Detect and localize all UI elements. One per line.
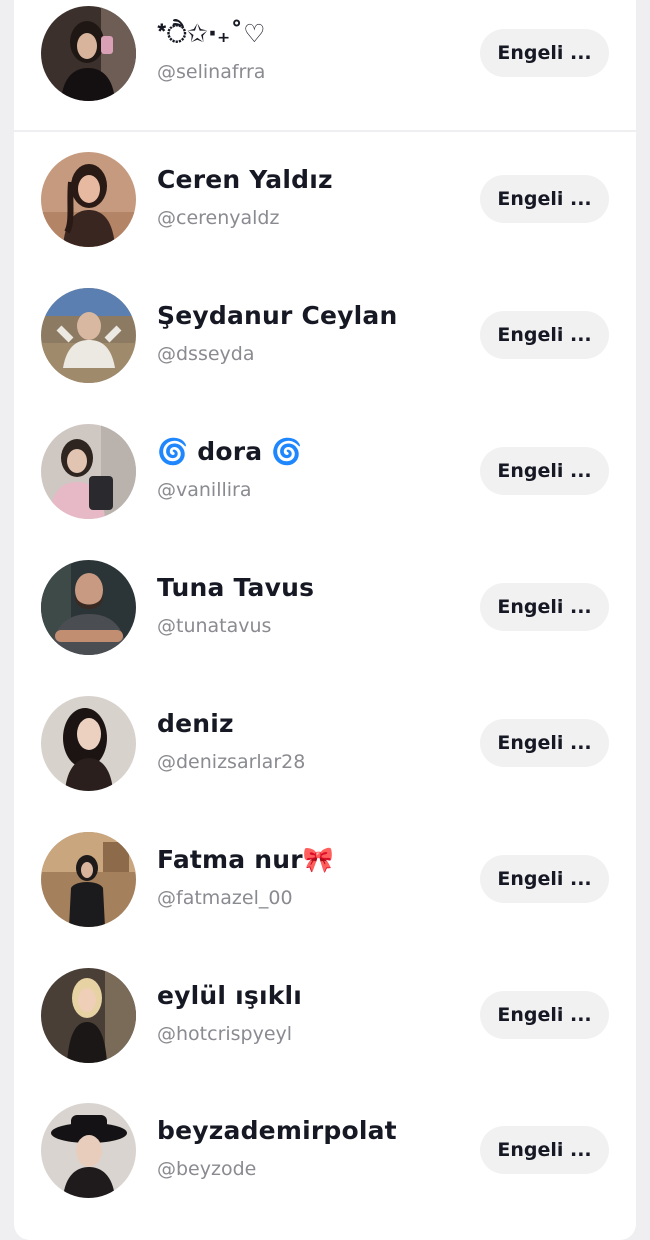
account-name: Ceren Yaldız xyxy=(157,165,333,194)
account-name: Fatma nur🎀 xyxy=(157,845,335,874)
avatar[interactable] xyxy=(41,288,136,383)
avatar[interactable] xyxy=(41,424,136,519)
avatar[interactable] xyxy=(41,1103,136,1198)
account-handle: @fatmazel_00 xyxy=(157,887,293,909)
avatar[interactable] xyxy=(41,832,136,927)
avatar-photo-icon xyxy=(41,1103,136,1198)
account-handle: @beyzode xyxy=(157,1158,257,1180)
avatar-photo-icon xyxy=(41,968,136,1063)
account-name: beyzademirpolat xyxy=(157,1116,397,1145)
list-item[interactable]: eylül ışıklı @hotcrispyeyl Engeli ... xyxy=(0,947,650,1083)
unblock-button[interactable]: Engeli ... xyxy=(480,1126,609,1174)
account-handle: @selinafrra xyxy=(157,61,266,83)
unblock-button[interactable]: Engeli ... xyxy=(480,991,609,1039)
account-name: Tuna Tavus xyxy=(157,573,315,602)
avatar-photo-icon xyxy=(41,6,136,101)
list-item[interactable]: deniz @denizsarlar28 Engeli ... xyxy=(0,675,650,811)
unblock-button[interactable]: Engeli ... xyxy=(480,855,609,903)
avatar[interactable] xyxy=(41,6,136,101)
avatar-photo-icon xyxy=(41,152,136,247)
account-name: *ੈ✩‧₊˚♡ xyxy=(157,19,266,48)
avatar[interactable] xyxy=(41,696,136,791)
list-item[interactable]: Fatma nur🎀 @fatmazel_00 Engeli ... xyxy=(0,811,650,947)
account-handle: @vanillira xyxy=(157,479,252,501)
account-handle: @tunatavus xyxy=(157,615,272,637)
account-name: eylül ışıklı xyxy=(157,981,303,1010)
list-item[interactable]: Tuna Tavus @tunatavus Engeli ... xyxy=(0,539,650,675)
avatar[interactable] xyxy=(41,968,136,1063)
avatar-photo-icon xyxy=(41,288,136,383)
avatar-photo-icon xyxy=(41,560,136,655)
account-handle: @dsseyda xyxy=(157,343,255,365)
account-name: deniz xyxy=(157,709,234,738)
unblock-button[interactable]: Engeli ... xyxy=(480,175,609,223)
account-name: 🌀 dora 🌀 xyxy=(157,437,303,466)
avatar[interactable] xyxy=(41,560,136,655)
unblock-button[interactable]: Engeli ... xyxy=(480,447,609,495)
avatar-photo-icon xyxy=(41,696,136,791)
avatar-photo-icon xyxy=(41,424,136,519)
account-handle: @cerenyaldz xyxy=(157,207,280,229)
account-handle: @hotcrispyeyl xyxy=(157,1023,293,1045)
list-item[interactable]: Ceren Yaldız @cerenyaldz Engeli ... xyxy=(0,131,650,267)
unblock-button[interactable]: Engeli ... xyxy=(480,29,609,77)
list-item[interactable]: Şeydanur Ceylan @dsseyda Engeli ... xyxy=(0,267,650,403)
account-handle: @denizsarlar28 xyxy=(157,751,306,773)
avatar-photo-icon xyxy=(41,832,136,927)
list-item[interactable]: beyzademirpolat @beyzode Engeli ... xyxy=(0,1082,650,1218)
unblock-button[interactable]: Engeli ... xyxy=(480,719,609,767)
unblock-button[interactable]: Engeli ... xyxy=(480,311,609,359)
avatar[interactable] xyxy=(41,152,136,247)
list-item[interactable]: 🌀 dora 🌀 @vanillira Engeli ... xyxy=(0,403,650,539)
unblock-button[interactable]: Engeli ... xyxy=(480,583,609,631)
account-name: Şeydanur Ceylan xyxy=(157,301,398,330)
list-item[interactable]: *ੈ✩‧₊˚♡ @selinafrra Engeli ... xyxy=(0,0,650,121)
